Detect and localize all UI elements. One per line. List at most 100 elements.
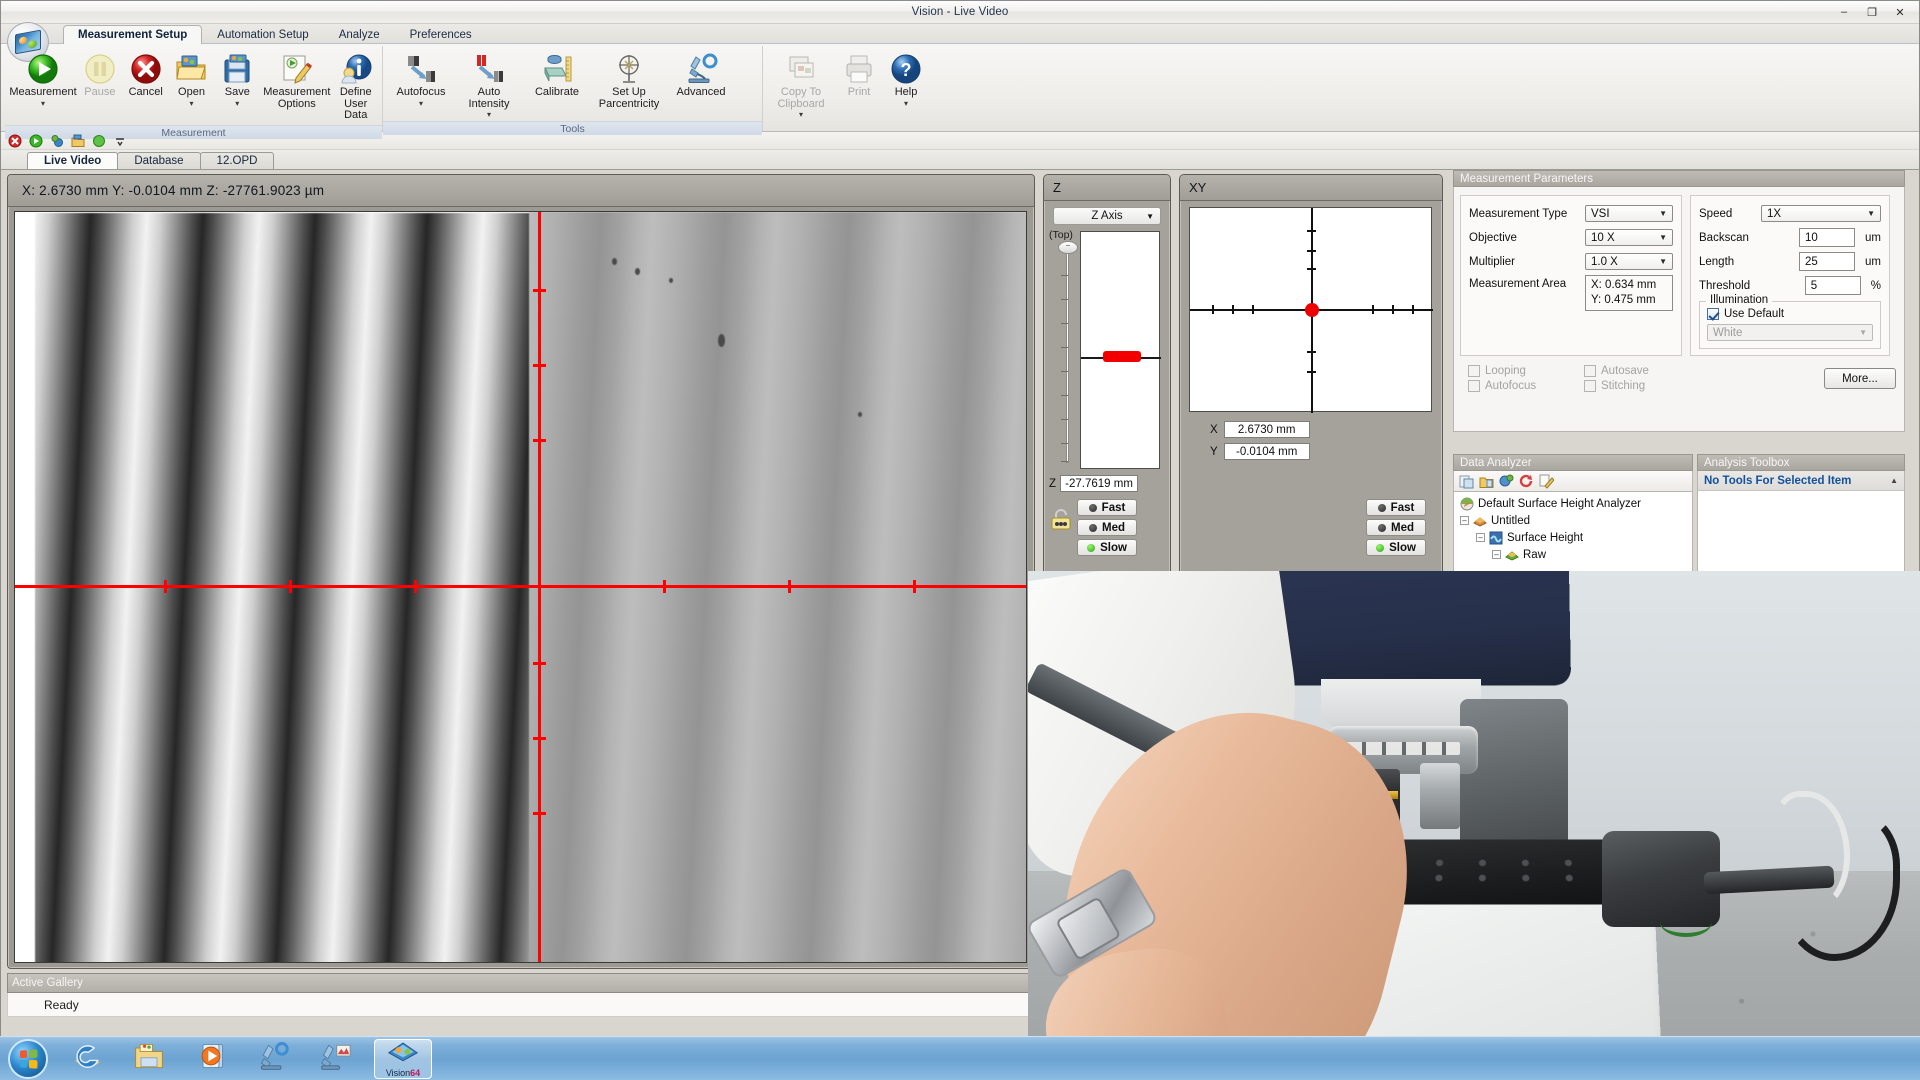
save-button[interactable]: Save ▾ — [214, 49, 260, 110]
taskbar-item-file-explorer[interactable] — [126, 1040, 172, 1078]
illumination-select[interactable]: White ▼ — [1707, 324, 1873, 341]
help-button[interactable]: ? Help ▾ — [883, 49, 929, 110]
circle-green-icon[interactable] — [92, 134, 106, 148]
live-video-image[interactable] — [14, 211, 1027, 963]
expander-icon[interactable]: – — [1476, 533, 1485, 542]
multiplier-select[interactable]: 1.0 X ▼ — [1585, 253, 1673, 270]
autosave-checkbox-row[interactable]: Autosave — [1584, 365, 1678, 377]
stitching-checkbox-row[interactable]: Stitching — [1584, 380, 1678, 392]
xy-speed-med-button[interactable]: Med — [1366, 519, 1426, 536]
doc-tab-database[interactable]: Database — [117, 152, 201, 169]
new-analyzer-icon[interactable] — [1459, 474, 1474, 489]
pause-button[interactable]: Pause — [77, 49, 123, 102]
more-button[interactable]: More... — [1824, 368, 1896, 389]
settings-gear-icon[interactable] — [1002, 181, 1022, 201]
chevron-down-icon[interactable]: ▾ — [235, 99, 239, 107]
taskbar-item-media-player[interactable] — [188, 1040, 234, 1078]
advanced-button[interactable]: Advanced — [667, 49, 735, 102]
objective-select[interactable]: 10 X ▼ — [1585, 229, 1673, 246]
apply-analyzer-icon[interactable] — [1499, 474, 1514, 489]
taskbar-item-microscope-display[interactable] — [312, 1040, 358, 1078]
restore-button[interactable]: ❐ — [1859, 3, 1885, 21]
tab-measurement-setup[interactable]: Measurement Setup — [63, 25, 203, 44]
z-readout-value[interactable]: -27.7619 mm — [1060, 475, 1139, 492]
crosshair-tick — [533, 439, 546, 442]
minimize-button[interactable]: – — [1831, 3, 1857, 21]
chevron-down-icon[interactable]: ▾ — [799, 111, 803, 119]
calibrate-button[interactable]: Calibrate — [523, 49, 591, 102]
open-analyzer-icon[interactable] — [1479, 474, 1494, 489]
doc-tab-12opd[interactable]: 12.OPD — [199, 152, 275, 169]
expander-icon[interactable]: – — [1460, 516, 1469, 525]
overflow-caret-icon[interactable] — [113, 134, 127, 148]
xy-speed-slow-button[interactable]: Slow — [1366, 539, 1426, 556]
auto-intensity-button[interactable]: Auto Intensity ▾ — [455, 49, 523, 121]
define-user-data-button[interactable]: Define User Data — [333, 49, 378, 125]
z-position-view[interactable] — [1080, 231, 1161, 469]
measurement-options-button[interactable]: Measurement Options — [260, 49, 333, 113]
print-button[interactable]: Print — [835, 49, 883, 102]
analysis-toolbox-empty-row[interactable]: No Tools For Selected Item ▲ — [1698, 471, 1904, 491]
autosave-checkbox[interactable] — [1584, 365, 1596, 377]
refresh-icon[interactable] — [1519, 474, 1534, 489]
doc-tab-live-video[interactable]: Live Video — [27, 152, 119, 169]
looping-checkbox[interactable] — [1468, 365, 1480, 377]
xy-x-value[interactable]: 2.6730 mm — [1223, 421, 1310, 438]
windows-start-icon[interactable] — [8, 1038, 48, 1079]
z-slider-track[interactable] — [1066, 251, 1069, 463]
settings-gear-icon[interactable] — [50, 134, 64, 148]
setup-parcentricity-button[interactable]: Set Up Parcentricity — [591, 49, 667, 113]
taskbar-item-microscope-config[interactable] — [250, 1040, 296, 1078]
chevron-down-icon[interactable]: ▾ — [41, 99, 45, 107]
settings-gear-icon[interactable] — [1144, 179, 1162, 197]
z-axis-select[interactable]: Z Axis ▼ — [1053, 207, 1161, 225]
z-speed-med-button[interactable]: Med — [1077, 519, 1137, 536]
tree-node-untitled[interactable]: – Untitled — [1458, 512, 1692, 529]
chevron-down-icon[interactable]: ▾ — [904, 99, 908, 107]
run-green-icon[interactable] — [29, 134, 43, 148]
autofocus-button[interactable]: Autofocus ▾ — [387, 49, 455, 110]
tree-node-surface-height[interactable]: – Surface Height — [1458, 529, 1692, 546]
z-position-marker[interactable] — [1103, 351, 1141, 362]
cancel-button[interactable]: Cancel — [123, 49, 169, 102]
use-default-checkbox[interactable] — [1707, 308, 1719, 320]
taskbar-item-vision64[interactable]: Vision64 — [374, 1038, 432, 1079]
copy-to-clipboard-button[interactable]: Copy To Clipboard ▾ — [767, 49, 835, 121]
measurement-type-select[interactable]: VSI ▼ — [1585, 205, 1673, 222]
xy-y-value[interactable]: -0.0104 mm — [1223, 443, 1310, 460]
chevron-up-icon[interactable]: ▲ — [1890, 476, 1898, 485]
looping-checkbox-row[interactable]: Looping — [1468, 365, 1562, 377]
stop-red-icon[interactable] — [8, 134, 22, 148]
tab-preferences[interactable]: Preferences — [395, 25, 487, 44]
chevron-down-icon[interactable]: ▾ — [487, 111, 491, 119]
autofocus-checkbox[interactable] — [1468, 380, 1480, 392]
use-default-checkbox-row[interactable]: Use Default — [1707, 308, 1873, 320]
lock-icon[interactable] — [1050, 507, 1072, 531]
tree-node-raw[interactable]: – Raw — [1458, 546, 1692, 563]
z-speed-fast-button[interactable]: Fast — [1077, 499, 1137, 516]
expander-icon[interactable]: – — [1492, 550, 1501, 559]
settings-gear-icon[interactable] — [1416, 179, 1434, 197]
backscan-input[interactable]: 10 — [1799, 228, 1856, 247]
edit-analyzer-icon[interactable] — [1539, 474, 1555, 489]
xy-position-view[interactable] — [1189, 207, 1433, 413]
threshold-input[interactable]: 5 — [1804, 276, 1861, 295]
open-folder-small-icon[interactable] — [71, 134, 85, 148]
active-gallery-bar[interactable]: Active Gallery — [7, 973, 1035, 993]
xy-speed-fast-button[interactable]: Fast — [1366, 499, 1426, 516]
taskbar-item-internet-explorer[interactable] — [64, 1040, 110, 1078]
chevron-down-icon[interactable]: ▾ — [189, 99, 193, 107]
tab-analyze[interactable]: Analyze — [324, 25, 395, 44]
speed-select[interactable]: 1X ▼ — [1761, 205, 1881, 222]
length-input[interactable]: 25 — [1799, 252, 1856, 271]
close-button[interactable]: ✕ — [1887, 3, 1913, 21]
tab-automation-setup[interactable]: Automation Setup — [202, 25, 323, 44]
open-button[interactable]: Open ▾ — [169, 49, 215, 110]
autofocus-checkbox-row[interactable]: Autofocus — [1468, 380, 1562, 392]
z-speed-slow-button[interactable]: Slow — [1077, 539, 1137, 556]
tree-node-default-analyzer[interactable]: Default Surface Height Analyzer — [1458, 495, 1692, 512]
xy-position-marker[interactable] — [1305, 303, 1319, 317]
stitching-checkbox[interactable] — [1584, 380, 1596, 392]
z-slider-thumb[interactable]: – — [1058, 241, 1078, 254]
chevron-down-icon[interactable]: ▾ — [419, 99, 423, 107]
